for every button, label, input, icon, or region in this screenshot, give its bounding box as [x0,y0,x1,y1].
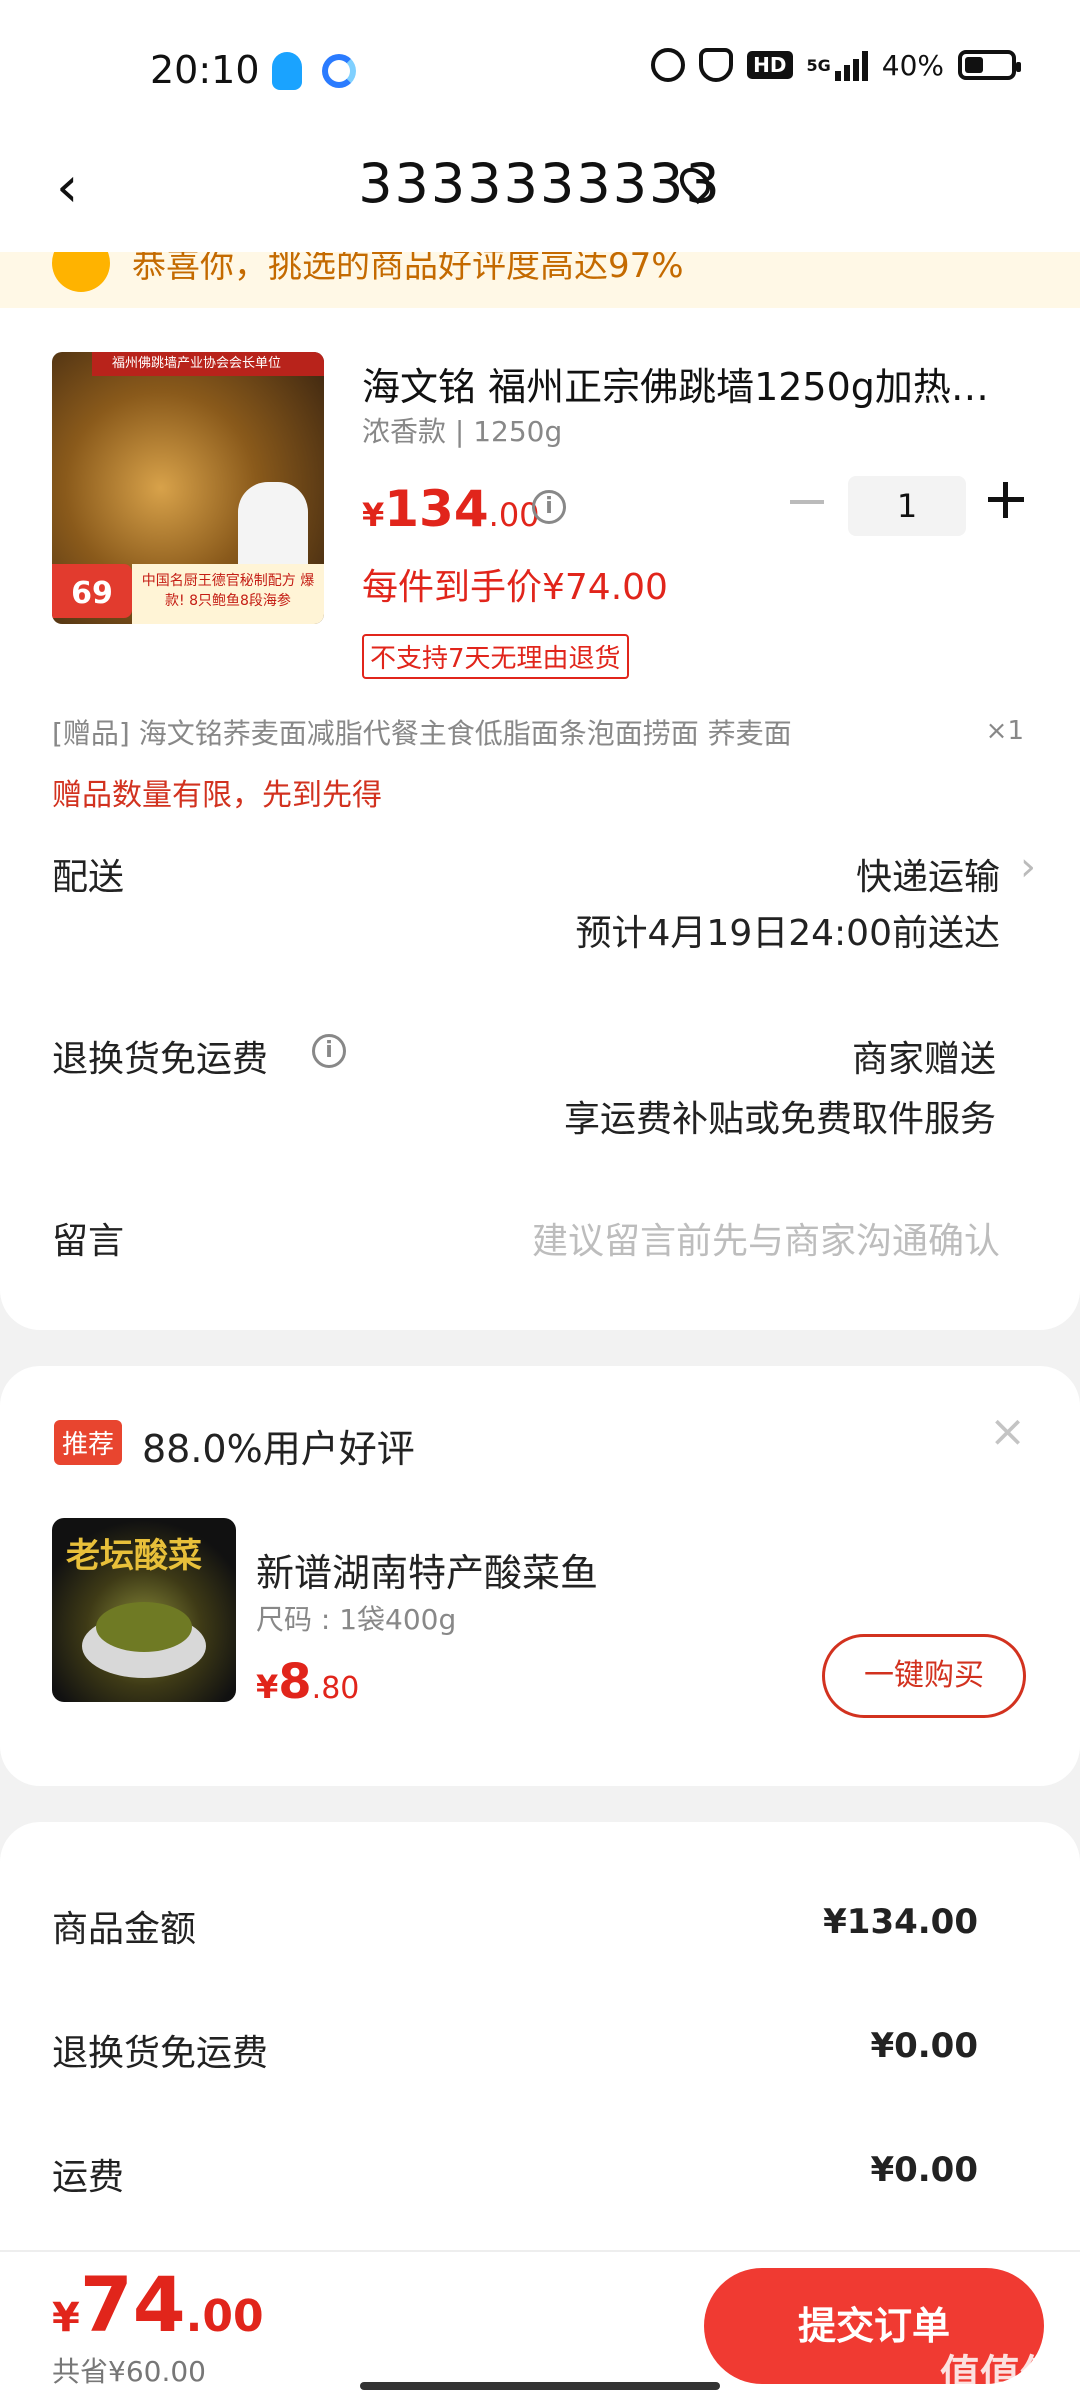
praise-badge-icon [52,252,110,292]
product-spec[interactable]: 浓香款 | 1250g [362,410,562,450]
price-info-icon[interactable]: i [532,490,566,524]
status-icons: HD 5G 40% [651,48,1021,82]
qq-notification-icon [272,52,302,90]
product-price: ¥134.00 [362,480,540,538]
quantity-plus-button[interactable] [988,482,1024,518]
clock: 20:10 [150,48,260,92]
hd-icon: HD [747,51,793,79]
gift-count: ×1 [985,716,1024,746]
product-image-strip: 中国名厨王德官秘制配方 爆款! 8只鲍鱼8段海参 [132,564,324,624]
delivery-label: 配送 [52,857,125,898]
address-title[interactable]: 3333333333 [0,152,1080,215]
shipping-label: 运费 [52,2157,125,2198]
delivery-eta: 预计4月19日24:00前送达 [575,913,1000,954]
close-icon[interactable]: × [989,1406,1026,1457]
return-freight-label: 退换货免运费 [52,1039,269,1080]
return-freight-summary-label: 退换货免运费 [52,2033,269,2074]
app-notification-icon [322,54,356,88]
one-click-buy-button[interactable]: 一键购买 [822,1634,1026,1718]
bowl-graphic [82,1602,206,1678]
home-indicator[interactable] [360,2382,720,2390]
saved-amount: 共省¥60.00 [52,2355,206,2388]
recommend-rating: 88.0%用户好评 [142,1427,415,1471]
product-image[interactable]: 福州佛跳墙产业协会会长单位 69 中国名厨王德官秘制配方 爆款! 8只鲍鱼8段海… [52,352,324,624]
recommend-product-spec: 尺码 : 1袋400g [256,1603,457,1636]
quantity-input[interactable]: 1 [848,476,966,536]
network-type: 5G [806,55,831,75]
recommend-image-label: 老坛酸菜 [66,1536,202,1576]
recommend-product-price: ¥8.80 [256,1654,360,1710]
return-freight-info-icon[interactable]: i [312,1034,346,1068]
product-image-price: 69 [52,564,132,618]
praise-banner: 恭喜你，挑选的商品好评度高达97% [0,252,1080,308]
signal-icon [834,49,868,81]
goods-amount-value: ¥134.00 [823,1902,978,1942]
alarm-icon [651,48,686,82]
mute-bell-icon [699,48,734,82]
message-input[interactable]: 建议留言前先与商家沟通确认 [532,1212,1000,1264]
return-freight-value: 商家赠送 [851,1039,996,1080]
recommend-badge: 推荐 [54,1420,123,1465]
product-title[interactable]: 海文铭 福州正宗佛跳墙1250g加热即... [362,356,1022,411]
message-label: 留言 [52,1221,125,1262]
battery-icon [958,50,1021,80]
no-return-badge: 不支持7天无理由退货 [362,634,629,679]
return-freight-summary-value: ¥0.00 [870,2026,978,2066]
return-freight-desc: 享运费补贴或免费取件服务 [563,1099,996,1140]
watermark-url: zhizhizhi.com [959,2384,1054,2400]
quantity-minus-button[interactable] [790,500,824,504]
product-image-tag: 福州佛跳墙产业协会会长单位 [92,352,324,376]
unit-price: 每件到手价¥74.00 [362,567,668,608]
goods-amount-label: 商品金额 [52,1909,197,1950]
recommend-product-image[interactable]: 老坛酸菜 [52,1518,236,1702]
gift-item: [赠品] 海文铭荞麦面减脂代餐主食低脂面条泡面捞面 荞麦面 [52,717,792,750]
battery-percent: 40% [881,48,944,82]
shipping-value: ¥0.00 [870,2150,978,2190]
total-price: ¥74.00 [52,2260,264,2349]
delivery-method[interactable]: 快递运输 [856,848,1000,900]
status-bar: 20:10 HD 5G 40% [0,0,1080,130]
delivery-chevron-icon[interactable]: › [1020,844,1036,890]
top-nav: ‹ 3333333333 [0,130,1080,252]
banner-text: 恭喜你，挑选的商品好评度高达97% [132,252,684,286]
gift-notice: 赠品数量有限，先到先得 [52,778,382,813]
recommend-product-name[interactable]: 新谱湖南特产酸菜鱼 [256,1542,598,1597]
